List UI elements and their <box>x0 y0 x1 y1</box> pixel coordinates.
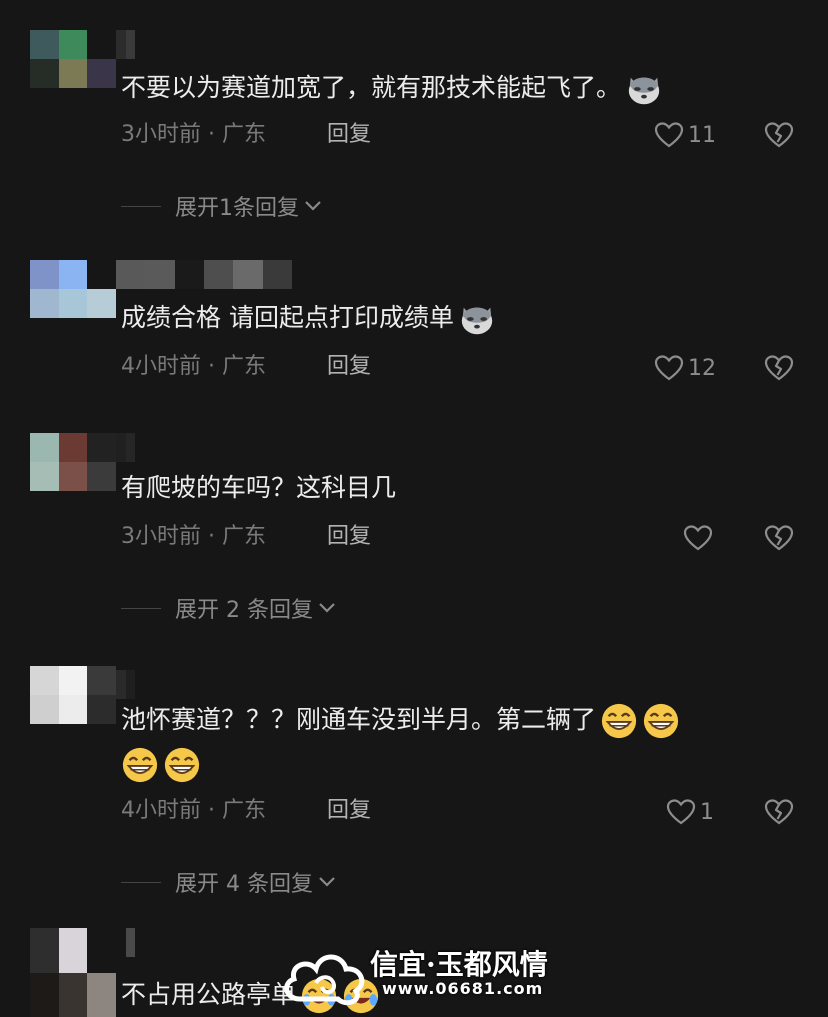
like-count: 1 <box>700 799 714 825</box>
grin-emoji <box>164 747 200 783</box>
wolf-emoji <box>461 307 493 335</box>
reply-button[interactable]: 回复 <box>327 796 371 826</box>
avatar[interactable] <box>30 666 116 724</box>
chevron-down-icon <box>305 201 321 211</box>
grin-emoji <box>122 747 158 783</box>
divider <box>121 881 161 883</box>
dislike-button[interactable] <box>764 523 794 553</box>
heart-icon <box>654 122 684 148</box>
heart-icon <box>683 525 713 551</box>
dislike-button[interactable] <box>764 797 794 827</box>
broken-heart-icon <box>764 799 794 825</box>
dislike-button[interactable] <box>764 120 794 150</box>
watermark-url: www.06681.com <box>382 979 544 998</box>
cloud-logo-icon <box>284 954 365 1006</box>
username[interactable] <box>116 670 174 699</box>
avatar[interactable] <box>30 928 116 1017</box>
like-count: 12 <box>688 355 716 381</box>
username[interactable] <box>116 30 174 59</box>
reply-button[interactable]: 回复 <box>327 352 371 382</box>
chevron-down-icon <box>319 877 335 887</box>
watermark-title: 信宜·玉都风情 <box>370 948 548 981</box>
dislike-button[interactable] <box>764 353 794 383</box>
comment-meta: 3小时前 · 广东 <box>121 524 266 549</box>
avatar[interactable] <box>30 433 116 491</box>
avatar[interactable] <box>30 30 116 88</box>
expand-replies-button[interactable]: 展开 2 条回复 <box>121 593 337 623</box>
divider <box>121 205 161 207</box>
broken-heart-icon <box>764 122 794 148</box>
reply-button[interactable]: 回复 <box>327 522 371 552</box>
broken-heart-icon <box>764 355 794 381</box>
like-count: 11 <box>688 122 716 148</box>
like-button[interactable]: 12 <box>654 353 716 383</box>
like-button[interactable]: 1 <box>666 797 714 827</box>
comment-text: 不要以为赛道加宽了，就有那技术能起飞了。 <box>121 66 801 110</box>
comment-meta: 3小时前 · 广东 <box>121 122 266 147</box>
wolf-emoji <box>628 77 660 105</box>
reply-button[interactable]: 回复 <box>327 120 371 150</box>
comment-text: 成绩合格 请回起点打印成绩单 <box>121 296 801 340</box>
comment-meta: 4小时前 · 广东 <box>121 354 266 379</box>
heart-icon <box>666 799 696 825</box>
watermark: 信宜·玉都风情 www.06681.com <box>280 935 570 1017</box>
heart-icon <box>654 355 684 381</box>
avatar[interactable] <box>30 260 116 318</box>
comment-text: 池怀赛道？？？刚通车没到半月。第二辆了 <box>121 698 801 786</box>
grin-emoji <box>601 703 637 739</box>
chevron-down-icon <box>319 603 335 613</box>
username[interactable] <box>116 260 292 289</box>
comment-meta: 4小时前 · 广东 <box>121 798 266 823</box>
grin-emoji <box>643 703 679 739</box>
like-button[interactable]: 11 <box>654 120 716 150</box>
like-button[interactable] <box>683 523 713 553</box>
comment-text: 有爬坡的车吗？这科目几 <box>121 473 397 502</box>
expand-replies-button[interactable]: 展开1条回复 <box>121 191 323 221</box>
expand-replies-button[interactable]: 展开 4 条回复 <box>121 867 337 897</box>
username[interactable] <box>116 928 174 957</box>
username[interactable] <box>116 433 174 462</box>
broken-heart-icon <box>764 525 794 551</box>
divider <box>121 607 161 609</box>
